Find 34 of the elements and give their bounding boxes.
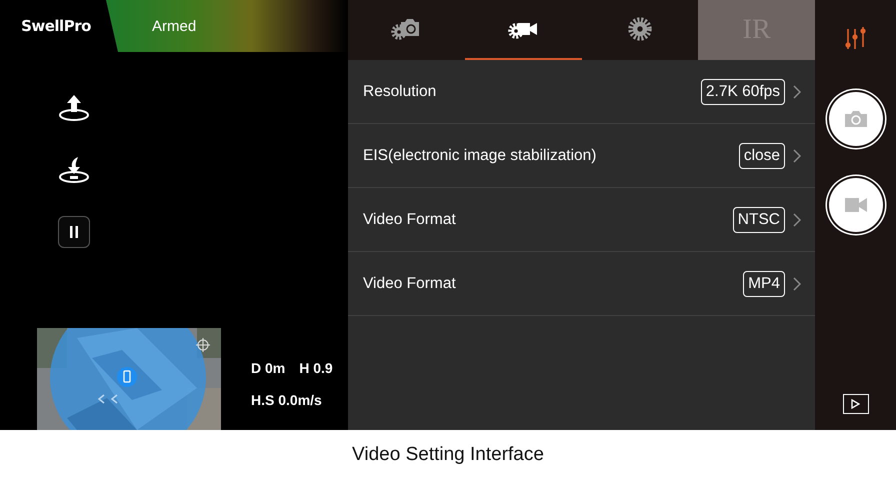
phone-icon xyxy=(117,367,137,387)
landing-icon xyxy=(58,156,90,184)
playback-button[interactable] xyxy=(842,394,868,414)
telemetry-reading: D 0m xyxy=(251,360,286,376)
telemetry-reading: H.S 0.0m/s xyxy=(251,392,322,408)
sliders-icon[interactable] xyxy=(844,27,866,51)
setting-label: EIS(electronic image stabilization) xyxy=(363,146,598,164)
chevron-icon xyxy=(793,276,801,290)
setting-label: Video Format xyxy=(363,210,457,228)
play-icon xyxy=(851,399,860,409)
crosshair-icon xyxy=(196,338,210,352)
status-banner: Armed xyxy=(106,0,348,52)
record-button[interactable] xyxy=(828,178,882,232)
pause-icon xyxy=(69,226,79,238)
gear-icon xyxy=(628,17,652,41)
camera-icon xyxy=(844,111,866,127)
chevron-icon xyxy=(793,212,801,226)
chevron-icon xyxy=(793,84,801,98)
setting-value: close xyxy=(738,142,785,168)
setting-label: Video Format xyxy=(363,274,457,292)
takeoff-icon xyxy=(58,94,90,122)
shutter-button[interactable] xyxy=(828,92,882,146)
setting-value: 2.7K 60fps xyxy=(700,78,785,104)
logo: SwellPro xyxy=(20,16,92,37)
telemetry-reading: H 0.9 xyxy=(299,360,333,376)
caption: Video Setting Interface xyxy=(352,444,544,466)
setting-value: NTSC xyxy=(732,206,785,232)
setting-value: MP4 xyxy=(743,270,785,296)
camera-gear-icon xyxy=(391,18,422,40)
pause-button[interactable] xyxy=(58,216,90,248)
chevron-icon xyxy=(793,148,801,162)
video-camera-icon xyxy=(844,198,866,212)
setting-label: Resolution xyxy=(363,82,438,100)
return-home-button[interactable] xyxy=(58,154,90,186)
